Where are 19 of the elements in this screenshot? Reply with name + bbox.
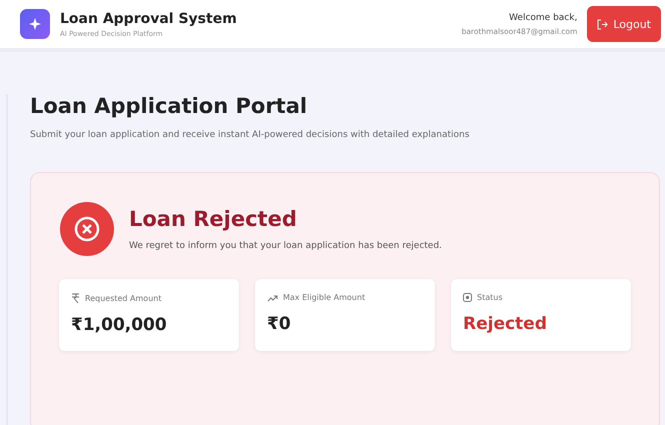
stat-label: Requested Amount bbox=[85, 294, 162, 302]
sparkle-logo-icon bbox=[20, 9, 50, 39]
logout-icon bbox=[597, 18, 608, 30]
stat-label: Status bbox=[477, 293, 502, 302]
result-title: Loan Rejected bbox=[129, 207, 298, 231]
rejected-icon bbox=[59, 201, 115, 257]
stat-value: ₹1,00,000 bbox=[71, 315, 168, 335]
trend-icon bbox=[267, 294, 278, 302]
rupee-icon bbox=[71, 293, 80, 303]
app-title: Loan Approval System bbox=[60, 10, 238, 26]
status-icon bbox=[463, 293, 472, 302]
page-subtitle: Submit your loan application and receive instant AI-powered decisions with detailed explanations bbox=[30, 130, 470, 140]
page-title: Loan Application Portal bbox=[30, 94, 308, 118]
stat-label: Max Eligible Amount bbox=[283, 293, 366, 302]
stat-value: Rejected bbox=[463, 314, 548, 334]
welcome-text: Welcome back, bbox=[509, 12, 578, 22]
stat-value: ₹0 bbox=[267, 314, 292, 334]
logout-button[interactable]: Logout bbox=[587, 6, 661, 42]
result-message: We regret to inform you that your loan application has been rejected. bbox=[129, 241, 442, 251]
